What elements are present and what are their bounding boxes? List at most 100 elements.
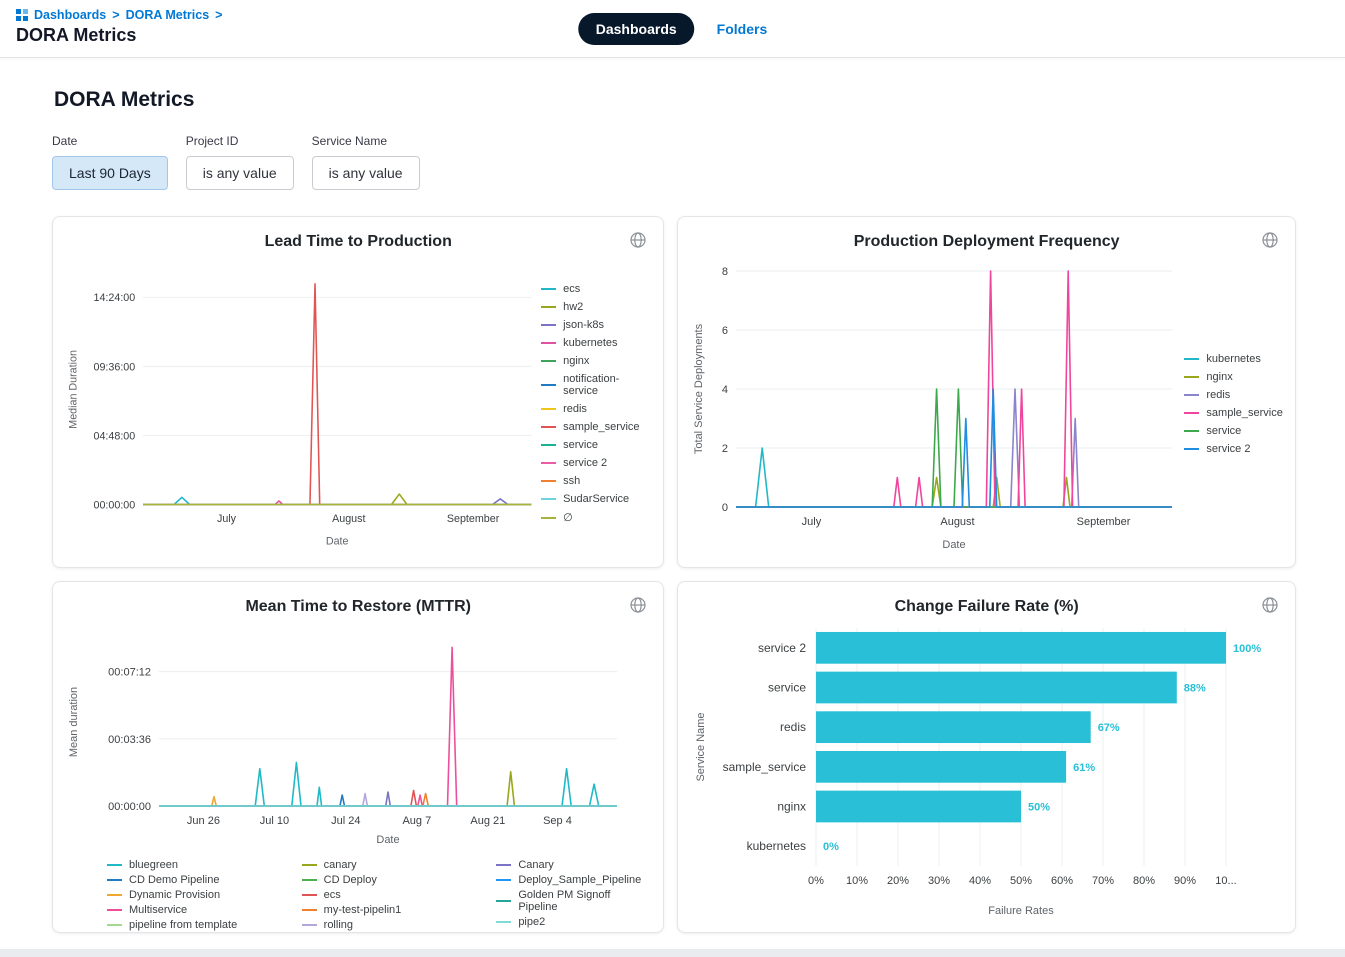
legend-item[interactable]: service: [1184, 425, 1282, 437]
legend-label: rolling: [324, 919, 353, 931]
svg-text:10...: 10...: [1216, 875, 1237, 887]
svg-text:service 2: service 2: [758, 641, 806, 655]
series-json-k8s: [143, 499, 531, 505]
bar-service: [816, 672, 1177, 704]
legend-label: hw2: [563, 301, 583, 313]
svg-text:Date: Date: [376, 834, 399, 846]
legend-item[interactable]: ecs: [541, 283, 651, 295]
legend-item[interactable]: ssh: [541, 475, 651, 487]
legend-item[interactable]: nginx: [1184, 371, 1282, 383]
svg-text:Service Name: Service Name: [695, 712, 707, 781]
legend-item[interactable]: hw2: [541, 301, 651, 313]
legend-swatch: [541, 324, 556, 326]
svg-text:10%: 10%: [846, 875, 868, 887]
legend-swatch: [1184, 430, 1199, 432]
filter-date-label: Date: [52, 134, 168, 148]
legend-swatch: [1184, 412, 1199, 414]
legend-swatch: [1184, 376, 1199, 378]
service-name-filter-button[interactable]: is any value: [312, 156, 420, 190]
svg-text:40%: 40%: [969, 875, 991, 887]
svg-text:00:07:12: 00:07:12: [108, 667, 151, 679]
svg-text:Jun 26: Jun 26: [187, 815, 220, 827]
legend-swatch: [496, 900, 511, 902]
svg-text:Total Service Deployments: Total Service Deployments: [693, 323, 705, 454]
legend-item[interactable]: canary: [302, 859, 453, 871]
legend-swatch: [541, 342, 556, 344]
legend-swatch: [496, 864, 511, 866]
legend-item[interactable]: bluegreen: [107, 859, 258, 871]
globe-icon-button[interactable]: [1259, 229, 1281, 254]
legend-item[interactable]: CD Demo Pipeline: [107, 874, 258, 886]
page-bottom-strip: [0, 949, 1345, 957]
legend-swatch: [107, 864, 122, 866]
legend-item[interactable]: ecs: [302, 889, 453, 901]
legend-item[interactable]: pipeline from template: [107, 919, 258, 931]
tab-folders[interactable]: Folders: [717, 21, 768, 37]
legend-label: nginx: [563, 355, 589, 367]
legend-item[interactable]: kubernetes: [541, 337, 651, 349]
svg-text:Aug 21: Aug 21: [470, 815, 505, 827]
date-filter-button[interactable]: Last 90 Days: [52, 156, 168, 190]
breadcrumb-dashboards[interactable]: Dashboards: [34, 8, 106, 22]
legend-item[interactable]: CD Deploy: [302, 874, 453, 886]
legend-label: nginx: [1206, 371, 1232, 383]
legend-item[interactable]: pipe2: [496, 916, 647, 928]
svg-text:30%: 30%: [928, 875, 950, 887]
svg-text:0: 0: [722, 502, 728, 514]
legend-label: service 2: [563, 457, 607, 469]
svg-text:Sep 4: Sep 4: [543, 815, 572, 827]
legend-label: Golden PM Signoff Pipeline: [518, 889, 647, 913]
filters-bar: Date Last 90 Days Project ID is any valu…: [52, 134, 1293, 190]
globe-icon-button[interactable]: [627, 594, 649, 619]
legend-item[interactable]: service 2: [541, 457, 651, 469]
mttr-legend: bluegreen CD Demo Pipeline Dynamic Provisi…: [107, 859, 647, 933]
legend-item[interactable]: Dynamic Provision: [107, 889, 258, 901]
legend-item[interactable]: Canary: [496, 859, 647, 871]
legend-label: service: [563, 439, 598, 451]
legend-swatch: [1184, 358, 1199, 360]
legend-label: bluegreen: [129, 859, 178, 871]
card-change-failure-rate: Change Failure Rate (%) 0%10%20%30%40%50…: [677, 581, 1295, 933]
legend-label: kubernetes: [1206, 353, 1260, 365]
globe-icon-button[interactable]: [627, 229, 649, 254]
svg-text:100%: 100%: [1233, 643, 1261, 655]
legend-item[interactable]: ∅: [541, 511, 651, 524]
legend-label: Dynamic Provision: [129, 889, 220, 901]
legend-item[interactable]: my-test-pipelin1: [302, 904, 453, 916]
legend-item[interactable]: Multiservice: [107, 904, 258, 916]
legend-item[interactable]: SudarService: [541, 493, 651, 505]
svg-text:0%: 0%: [823, 841, 839, 853]
legend-label: ecs: [563, 283, 580, 295]
legend-item[interactable]: redis: [1184, 389, 1282, 401]
svg-text:20%: 20%: [887, 875, 909, 887]
legend-item[interactable]: Golden PM Signoff Pipeline: [496, 889, 647, 913]
tab-dashboards[interactable]: Dashboards: [578, 13, 695, 45]
deployment-frequency-legend: kubernetes nginx redis sample_serviceservic…: [1184, 353, 1282, 458]
legend-item[interactable]: nginx: [541, 355, 651, 367]
change-failure-rate-plot: 0%10%20%30%40%50%60%70%80%90%10...100%se…: [690, 622, 1278, 920]
legend-item[interactable]: rolling: [302, 919, 453, 931]
legend-item[interactable]: sample_service: [541, 421, 651, 433]
filter-project-id: Project ID is any value: [186, 134, 294, 190]
svg-text:Date: Date: [326, 535, 349, 547]
svg-text:50%: 50%: [1010, 875, 1032, 887]
svg-text:90%: 90%: [1174, 875, 1196, 887]
globe-icon: [629, 596, 647, 614]
legend-swatch: [107, 879, 122, 881]
globe-icon-button[interactable]: [1259, 594, 1281, 619]
legend-item[interactable]: notification-service: [541, 373, 651, 397]
legend-label: ∅: [563, 511, 573, 524]
legend-item[interactable]: sample_service: [1184, 407, 1282, 419]
legend-item[interactable]: redis: [541, 403, 651, 415]
legend-item[interactable]: service 2: [1184, 443, 1282, 455]
breadcrumb-dora-metrics[interactable]: DORA Metrics: [126, 8, 210, 22]
legend-item[interactable]: service: [541, 439, 651, 451]
lead-time-plot: 00:00:0004:48:0009:36:0014:24:00JulyAugu…: [65, 257, 539, 553]
legend-item[interactable]: Deploy_Sample_Pipeline: [496, 874, 647, 886]
legend-item[interactable]: json-k8s: [541, 319, 651, 331]
project-id-filter-button[interactable]: is any value: [186, 156, 294, 190]
legend-swatch: [107, 909, 122, 911]
main-content: DORA Metrics Date Last 90 Days Project I…: [0, 88, 1345, 933]
legend-item[interactable]: kubernetes: [1184, 353, 1282, 365]
svg-text:Date: Date: [943, 539, 966, 551]
